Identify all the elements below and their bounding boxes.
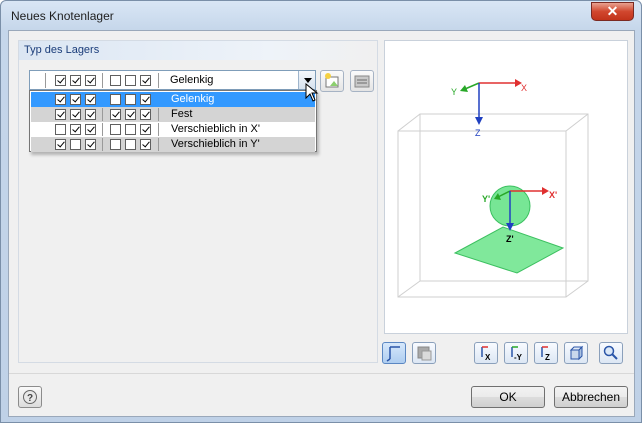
checkbox [125, 94, 136, 105]
list-item-verschieblich-x[interactable]: Verschieblich in X' [31, 122, 315, 137]
checkbox [55, 94, 66, 105]
help-button[interactable]: ? [18, 386, 42, 408]
list-item-label: Verschieblich in Y' [171, 138, 260, 150]
checkbox-phix [110, 75, 121, 86]
ok-button[interactable]: OK [471, 386, 545, 408]
separator [45, 73, 46, 88]
separator [158, 138, 159, 151]
zoom-icon [603, 345, 618, 360]
dialog-client: Typ des Lagers Gelenkig Gelenkig Fest Ve… [8, 30, 635, 417]
checkbox-phiy [125, 75, 136, 86]
isometric-view-button[interactable] [564, 342, 588, 364]
checkbox [140, 139, 151, 150]
separator [102, 108, 103, 121]
separator [158, 73, 159, 88]
global-x-label: X [521, 83, 527, 93]
close-button[interactable]: ✕ [591, 2, 634, 21]
help-icon: ? [23, 390, 37, 404]
view-x-button[interactable]: X [474, 342, 498, 364]
checkbox [85, 94, 96, 105]
checkbox [140, 109, 151, 120]
global-z-label: Z [475, 128, 481, 138]
separator [102, 73, 103, 88]
support-preview-3d[interactable]: X Y Z X' Y' Z' [384, 40, 628, 334]
checkbox [70, 109, 81, 120]
title-bar: Neues Knotenlager ✕ [1, 1, 641, 31]
separator [102, 123, 103, 136]
new-support-button[interactable] [320, 70, 344, 92]
window-title: Neues Knotenlager [11, 9, 114, 23]
support-type-group: Typ des Lagers Gelenkig Gelenkig Fest Ve… [18, 40, 378, 363]
separator [158, 108, 159, 121]
new-support-icon [325, 73, 339, 88]
view-z-icon: Z [541, 346, 550, 362]
checkbox [85, 124, 96, 135]
list-item-verschieblich-y[interactable]: Verschieblich in Y' [31, 137, 315, 152]
checkbox-uy [70, 75, 81, 86]
checkbox [55, 139, 66, 150]
checkbox [140, 124, 151, 135]
checkbox [125, 109, 136, 120]
separator [158, 123, 159, 136]
group-header: Typ des Lagers [19, 41, 377, 60]
cancel-button[interactable]: Abbrechen [554, 386, 628, 408]
list-item-label: Fest [171, 108, 193, 120]
checkbox [55, 124, 66, 135]
checkbox [85, 139, 96, 150]
local-x-label: X' [549, 190, 557, 200]
dialog-window: Neues Knotenlager ✕ Typ des Lagers Gelen… [0, 0, 642, 423]
checkbox [55, 109, 66, 120]
checkbox-uz [85, 75, 96, 86]
show-axes-button[interactable] [382, 342, 406, 364]
local-y-label: Y' [482, 194, 490, 204]
view-minus-y-icon: -Y [511, 346, 523, 362]
view-z-button[interactable]: Z [534, 342, 558, 364]
svg-text:Z: Z [545, 353, 550, 362]
preview-canvas: X Y Z X' Y' Z' [397, 79, 589, 298]
svg-text:X: X [485, 353, 491, 362]
local-z-label: Z' [506, 234, 514, 244]
library-icon [354, 75, 370, 88]
checkbox [110, 109, 121, 120]
global-y-label: Y [451, 87, 457, 97]
divider [9, 373, 634, 374]
isometric-cube-icon [569, 345, 584, 361]
list-item-label: Verschieblich in X' [171, 123, 260, 135]
checkbox [110, 139, 121, 150]
support-type-combobox[interactable]: Gelenkig [29, 70, 316, 90]
axes-icon [386, 346, 400, 362]
checkbox [110, 124, 121, 135]
zoom-all-button[interactable] [599, 342, 623, 364]
checkbox [125, 139, 136, 150]
checkbox [70, 124, 81, 135]
show-model-button[interactable] [412, 342, 436, 364]
list-item-gelenkig[interactable]: Gelenkig [31, 92, 315, 107]
checkbox-phiz [140, 75, 151, 86]
svg-text:-Y: -Y [514, 353, 523, 362]
view-minus-y-button[interactable]: -Y [504, 342, 528, 364]
list-item-label: Gelenkig [171, 93, 215, 105]
list-item-fest[interactable]: Fest [31, 107, 315, 122]
group-title: Typ des Lagers [24, 44, 100, 56]
checkbox [140, 94, 151, 105]
model-display-icon [417, 346, 432, 361]
checkbox-ux [55, 75, 66, 86]
checkbox [85, 109, 96, 120]
checkbox [70, 139, 81, 150]
checkbox [70, 94, 81, 105]
checkbox [125, 124, 136, 135]
mouse-cursor-icon [305, 83, 319, 102]
library-button[interactable] [350, 70, 374, 92]
svg-text:?: ? [27, 393, 33, 404]
view-x-icon: X [481, 346, 491, 362]
support-type-dropdown-list: Gelenkig Fest Verschieblich in X' Versch… [29, 90, 317, 152]
separator [102, 138, 103, 151]
combo-selected-value: Gelenkig [170, 74, 214, 86]
checkbox [110, 94, 121, 105]
